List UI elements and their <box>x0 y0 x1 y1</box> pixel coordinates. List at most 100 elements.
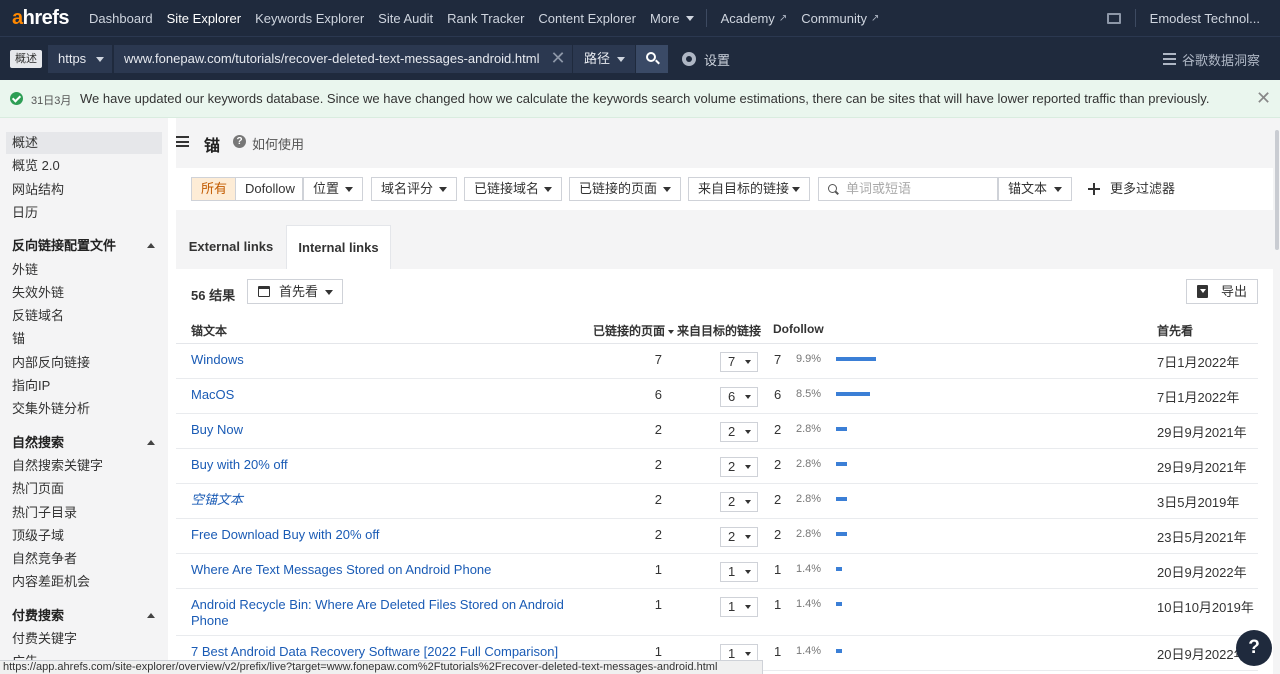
export-button[interactable]: 导出 <box>1186 279 1258 304</box>
scope-select[interactable]: 路径 <box>573 45 635 73</box>
anchor-text-link[interactable]: Free Download Buy with 20% off <box>191 527 571 543</box>
ahrefs-logo[interactable]: ahrefs <box>12 7 70 30</box>
nav-academy-label: Academy <box>720 10 775 26</box>
first-seen-date: 10日10月2019年 <box>1157 600 1254 615</box>
sidebar-item[interactable]: 交集外链分析 <box>6 398 162 420</box>
external-link-icon: ↗ <box>778 12 788 24</box>
hamburger-menu-icon[interactable] <box>176 136 189 147</box>
nav-item-site-audit[interactable]: Site Audit <box>378 11 433 26</box>
dofollow-percent: 2.8% <box>796 493 822 505</box>
sidebar-item[interactable]: 概述 <box>6 132 162 154</box>
gsc-button[interactable]: 谷歌数据洞察 <box>1162 45 1260 73</box>
sidebar-section-title: 付费搜索 <box>12 607 65 623</box>
filter-domain-rating[interactable]: 域名评分 <box>371 177 457 201</box>
nav-item-site-explorer[interactable]: Site Explorer <box>167 11 241 26</box>
sidebar-item[interactable]: 失效外链 <box>6 282 162 304</box>
target-url-input[interactable]: www.fonepaw.com/tutorials/recover-delete… <box>114 45 544 73</box>
anchor-text-link[interactable]: Android Recycle Bin: Where Are Deleted F… <box>191 597 571 629</box>
table-row: Buy with 20% off 2 2 2 2.8% 29日9月2021年 <box>176 449 1258 484</box>
column-header-first-seen[interactable]: 首先看 <box>1157 322 1193 339</box>
mode-badge[interactable]: 概述 <box>10 50 42 68</box>
sidebar-item[interactable]: 热门页面 <box>6 478 162 500</box>
linked-pages-value: 2 <box>654 492 662 507</box>
sidebar-section-header[interactable]: 反向链接配置文件 <box>6 235 162 257</box>
search-button[interactable] <box>636 45 668 73</box>
sidebar-item[interactable]: 自然竞争者 <box>6 548 162 570</box>
sidebar-section-header[interactable]: 付费搜索 <box>6 605 162 627</box>
clear-icon[interactable]: ✕ <box>544 45 572 73</box>
chevron-down-icon <box>96 57 104 62</box>
tab-external-links[interactable]: External links <box>176 225 286 269</box>
account-menu[interactable]: Emodest Technol... <box>1150 11 1260 26</box>
filter-linked-domains[interactable]: 已链接域名 <box>464 177 562 201</box>
sidebar-item[interactable]: 日历 <box>6 202 162 224</box>
sidebar-item[interactable]: 内容差距机会 <box>6 571 162 593</box>
sidebar-section-header[interactable]: 自然搜索 <box>6 432 162 454</box>
sidebar-item[interactable]: 锚 <box>6 328 162 350</box>
first-seen-date-button[interactable]: 首先看 <box>247 279 343 304</box>
links-from-target-dropdown[interactable]: 1 <box>720 562 758 582</box>
linked-pages-value: 7 <box>654 352 662 367</box>
sidebar-item[interactable]: 自然搜索关键字 <box>6 455 162 477</box>
nav-item-rank-tracker[interactable]: Rank Tracker <box>447 11 524 26</box>
scrollbar-thumb[interactable] <box>1275 130 1279 250</box>
links-from-target-dropdown[interactable]: 2 <box>720 422 758 442</box>
how-to-use-link[interactable]: 如何使用 <box>252 134 304 153</box>
sidebar-item[interactable]: 概览 2.0 <box>6 155 162 177</box>
links-from-target-dropdown[interactable]: 1 <box>720 597 758 617</box>
more-filters-button[interactable]: 更多过滤器 <box>1088 177 1175 201</box>
anchor-text-link[interactable]: MacOS <box>191 387 571 403</box>
anchor-text-link[interactable]: Windows <box>191 352 571 368</box>
links-from-target-dropdown[interactable]: 2 <box>720 457 758 477</box>
sidebar-item[interactable]: 付费关键字 <box>6 628 162 650</box>
filter-linked-pages[interactable]: 已链接的页面 <box>569 177 681 201</box>
help-chat-button[interactable]: ? <box>1236 630 1272 666</box>
anchor-text-link[interactable]: Where Are Text Messages Stored on Androi… <box>191 562 571 578</box>
collapse-triangle-icon <box>147 439 155 445</box>
sidebar-item[interactable]: 指向IP <box>6 375 162 397</box>
filter-all[interactable]: 所有 <box>191 177 236 201</box>
anchor-text-link[interactable]: Buy Now <box>191 422 571 438</box>
sidebar-item[interactable]: 热门子目录 <box>6 502 162 524</box>
anchor-text-link[interactable]: 空锚文本 <box>191 492 571 508</box>
anchor-text-link[interactable]: Buy with 20% off <box>191 457 571 473</box>
links-from-target-dropdown[interactable]: 2 <box>720 527 758 547</box>
sidebar-item[interactable]: 内部反向链接 <box>6 352 162 374</box>
anchor-text-link[interactable]: 7 Best Android Data Recovery Software [2… <box>191 644 571 660</box>
nav-item-dashboard[interactable]: Dashboard <box>89 11 153 26</box>
settings-button[interactable]: 设置 <box>682 45 730 73</box>
linked-pages-value: 2 <box>654 422 662 437</box>
filter-position[interactable]: 位置 <box>303 177 363 201</box>
filter-dofollow[interactable]: Dofollow <box>235 177 303 201</box>
sidebar-item[interactable]: 网站结构 <box>6 179 162 201</box>
close-icon[interactable]: ✕ <box>1256 88 1272 108</box>
tab-internal-links[interactable]: Internal links <box>286 225 391 269</box>
dofollow-value: 1 <box>774 562 782 577</box>
dofollow-percent: 2.8% <box>796 458 822 470</box>
links-from-target-dropdown[interactable]: 6 <box>720 387 758 407</box>
filter-links-from-target[interactable]: 来自目标的链接 <box>688 177 810 201</box>
protocol-select[interactable]: https <box>48 45 112 73</box>
anchor-text-scope-select[interactable]: 锚文本 <box>998 177 1072 201</box>
column-header-dofollow[interactable]: Dofollow <box>773 322 824 336</box>
nav-community-label: Community <box>801 10 867 26</box>
links-from-target-value: 1 <box>728 599 736 614</box>
links-from-target-dropdown[interactable]: 7 <box>720 352 758 372</box>
nav-item-content-explorer[interactable]: Content Explorer <box>538 11 636 26</box>
first-seen-btn-label: 首先看 <box>279 284 319 299</box>
column-header-links-from-target[interactable]: 来自目标的链接 <box>677 322 761 339</box>
column-header-linked-pages[interactable]: 已链接的页面 <box>593 322 675 339</box>
nav-item-keywords-explorer[interactable]: Keywords Explorer <box>255 11 364 26</box>
monitor-icon[interactable] <box>1106 12 1121 24</box>
nav-community[interactable]: Community ↗ <box>801 11 879 26</box>
nav-item-more[interactable]: More <box>650 11 694 26</box>
sidebar-item[interactable]: 顶级子域 <box>6 525 162 547</box>
help-icon[interactable]: ? <box>233 135 246 148</box>
column-header-anchor[interactable]: 锚文本 <box>191 322 227 339</box>
sidebar-item[interactable]: 外链 <box>6 259 162 281</box>
sidebar-item[interactable]: 反链域名 <box>6 305 162 327</box>
keyword-search-input[interactable]: 单词或短语 <box>818 177 998 201</box>
table-row: Free Download Buy with 20% off 2 2 2 2.8% 23日… <box>176 519 1258 554</box>
links-from-target-dropdown[interactable]: 2 <box>720 492 758 512</box>
nav-academy[interactable]: Academy ↗ <box>721 11 788 26</box>
